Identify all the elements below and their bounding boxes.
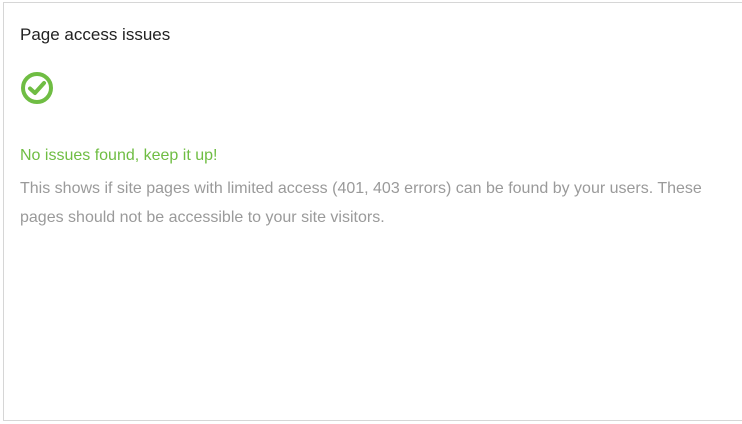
page-access-issues-card: Page access issues No issues found, keep… bbox=[3, 2, 742, 421]
status-description: This shows if site pages with limited ac… bbox=[20, 180, 702, 226]
check-circle-icon bbox=[20, 71, 54, 105]
status-message: No issues found, keep it up! bbox=[20, 147, 218, 164]
card-title: Page access issues bbox=[20, 25, 171, 44]
